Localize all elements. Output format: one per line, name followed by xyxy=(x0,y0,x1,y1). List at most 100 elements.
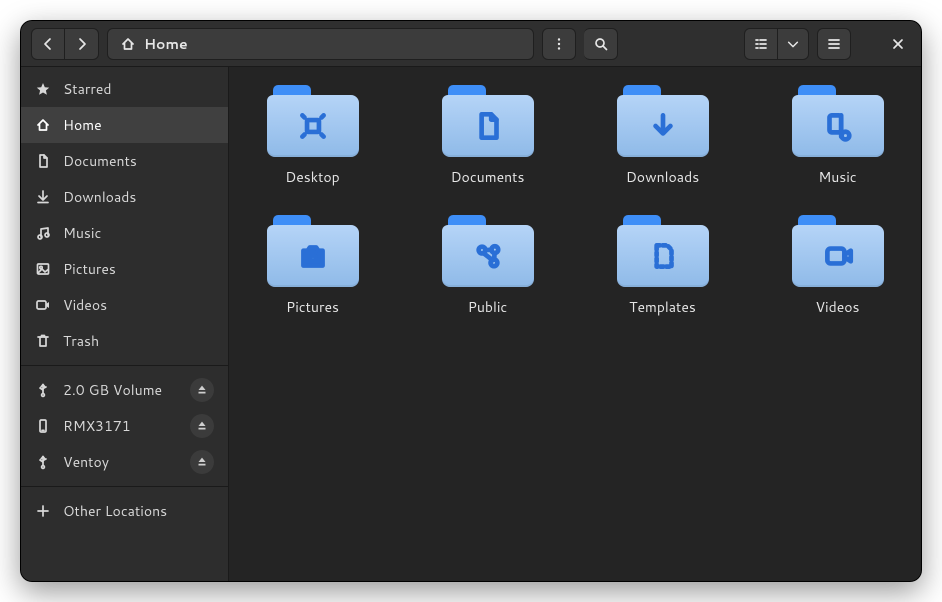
folder-icon xyxy=(267,215,359,287)
folder-icon xyxy=(442,215,534,287)
eject-button[interactable] xyxy=(190,450,214,474)
folder-item-downloads[interactable]: Downloads xyxy=(593,85,732,187)
eject-icon xyxy=(195,419,209,433)
sidebar-item-trash[interactable]: Trash xyxy=(21,323,228,359)
eject-button[interactable] xyxy=(190,378,214,402)
folder-label: Music xyxy=(818,167,856,187)
trash-icon xyxy=(35,333,51,349)
chevron-left-icon xyxy=(40,36,56,52)
home-icon xyxy=(35,117,51,133)
video-icon xyxy=(35,297,51,313)
sidebar-item-label: Starred xyxy=(63,79,112,99)
chevron-down-icon xyxy=(786,37,800,51)
kebab-icon xyxy=(551,36,567,52)
sidebar-item-label: Videos xyxy=(63,295,107,315)
folder-label: Documents xyxy=(451,167,525,187)
search-icon xyxy=(593,36,609,52)
document-icon xyxy=(35,153,51,169)
folder-label: Pictures xyxy=(286,297,339,317)
list-view-icon xyxy=(753,36,769,52)
folder-grid: Desktop Documents Downloads xyxy=(243,85,907,317)
close-icon xyxy=(890,36,906,52)
templates-glyph-icon xyxy=(617,225,709,287)
folder-item-videos[interactable]: Videos xyxy=(768,215,907,317)
star-icon xyxy=(35,81,51,97)
nav-buttons xyxy=(31,28,99,60)
folder-icon xyxy=(792,215,884,287)
folder-item-templates[interactable]: Templates xyxy=(593,215,732,317)
sidebar-item-label: Other Locations xyxy=(63,501,167,521)
music-icon xyxy=(35,225,51,241)
sidebar-item-pictures[interactable]: Pictures xyxy=(21,251,228,287)
sidebar: Starred Home Documents Downloads Music P… xyxy=(21,67,229,581)
usb-icon xyxy=(35,454,51,470)
pathbar[interactable]: Home xyxy=(107,28,534,60)
videos-glyph-icon xyxy=(792,225,884,287)
sidebar-item-label: 2.0 GB Volume xyxy=(63,380,162,400)
folder-icon xyxy=(617,215,709,287)
sidebar-item-label: Documents xyxy=(63,151,137,171)
sidebar-item-label: Downloads xyxy=(63,187,136,207)
window-close-button[interactable] xyxy=(885,31,911,57)
sidebar-item-music[interactable]: Music xyxy=(21,215,228,251)
hamburger-menu-button[interactable] xyxy=(817,28,851,60)
plus-icon xyxy=(35,503,51,519)
eject-icon xyxy=(195,383,209,397)
image-icon xyxy=(35,261,51,277)
folder-icon xyxy=(267,85,359,157)
phone-icon xyxy=(35,418,51,434)
pictures-glyph-icon xyxy=(267,225,359,287)
desktop-glyph-icon xyxy=(267,95,359,157)
folder-item-public[interactable]: Public xyxy=(418,215,557,317)
download-glyph-icon xyxy=(617,95,709,157)
hamburger-icon xyxy=(826,36,842,52)
back-button[interactable] xyxy=(31,28,65,60)
sidebar-separator xyxy=(21,486,228,487)
folder-label: Desktop xyxy=(285,167,339,187)
usb-icon xyxy=(35,382,51,398)
sidebar-item-downloads[interactable]: Downloads xyxy=(21,179,228,215)
sidebar-item-videos[interactable]: Videos xyxy=(21,287,228,323)
sidebar-item-documents[interactable]: Documents xyxy=(21,143,228,179)
folder-item-music[interactable]: Music xyxy=(768,85,907,187)
home-icon xyxy=(120,36,136,52)
folder-item-documents[interactable]: Documents xyxy=(418,85,557,187)
download-icon xyxy=(35,189,51,205)
view-switcher-dropdown[interactable] xyxy=(778,28,809,60)
sidebar-item-label: RMX3171 xyxy=(63,416,131,436)
folder-icon xyxy=(442,85,534,157)
headerbar: Home xyxy=(21,21,921,67)
sidebar-item-rmx3171[interactable]: RMX3171 xyxy=(21,408,228,444)
sidebar-separator xyxy=(21,365,228,366)
eject-button[interactable] xyxy=(190,414,214,438)
document-glyph-icon xyxy=(442,95,534,157)
folder-label: Public xyxy=(468,297,508,317)
sidebar-item-ventoy[interactable]: Ventoy xyxy=(21,444,228,480)
public-glyph-icon xyxy=(442,225,534,287)
sidebar-item-other-locations[interactable]: Other Locations xyxy=(21,493,228,529)
sidebar-item-volume-2gb[interactable]: 2.0 GB Volume xyxy=(21,372,228,408)
folder-item-desktop[interactable]: Desktop xyxy=(243,85,382,187)
folder-item-pictures[interactable]: Pictures xyxy=(243,215,382,317)
sidebar-item-home[interactable]: Home xyxy=(21,107,228,143)
path-label: Home xyxy=(144,34,188,54)
sidebar-item-label: Ventoy xyxy=(63,452,109,472)
content-area[interactable]: Desktop Documents Downloads xyxy=(229,67,921,581)
folder-label: Videos xyxy=(815,297,859,317)
sidebar-item-label: Pictures xyxy=(63,259,116,279)
folder-label: Downloads xyxy=(626,167,699,187)
sidebar-item-label: Home xyxy=(63,115,102,135)
file-manager-window: Home Star xyxy=(20,20,922,582)
folder-icon xyxy=(617,85,709,157)
view-list-button[interactable] xyxy=(744,28,778,60)
search-button[interactable] xyxy=(584,28,618,60)
chevron-right-icon xyxy=(74,36,90,52)
sidebar-item-starred[interactable]: Starred xyxy=(21,71,228,107)
folder-icon xyxy=(792,85,884,157)
forward-button[interactable] xyxy=(65,28,99,60)
sidebar-item-label: Music xyxy=(63,223,101,243)
path-menu-button[interactable] xyxy=(542,28,576,60)
music-glyph-icon xyxy=(792,95,884,157)
folder-label: Templates xyxy=(629,297,696,317)
sidebar-item-label: Trash xyxy=(63,331,99,351)
